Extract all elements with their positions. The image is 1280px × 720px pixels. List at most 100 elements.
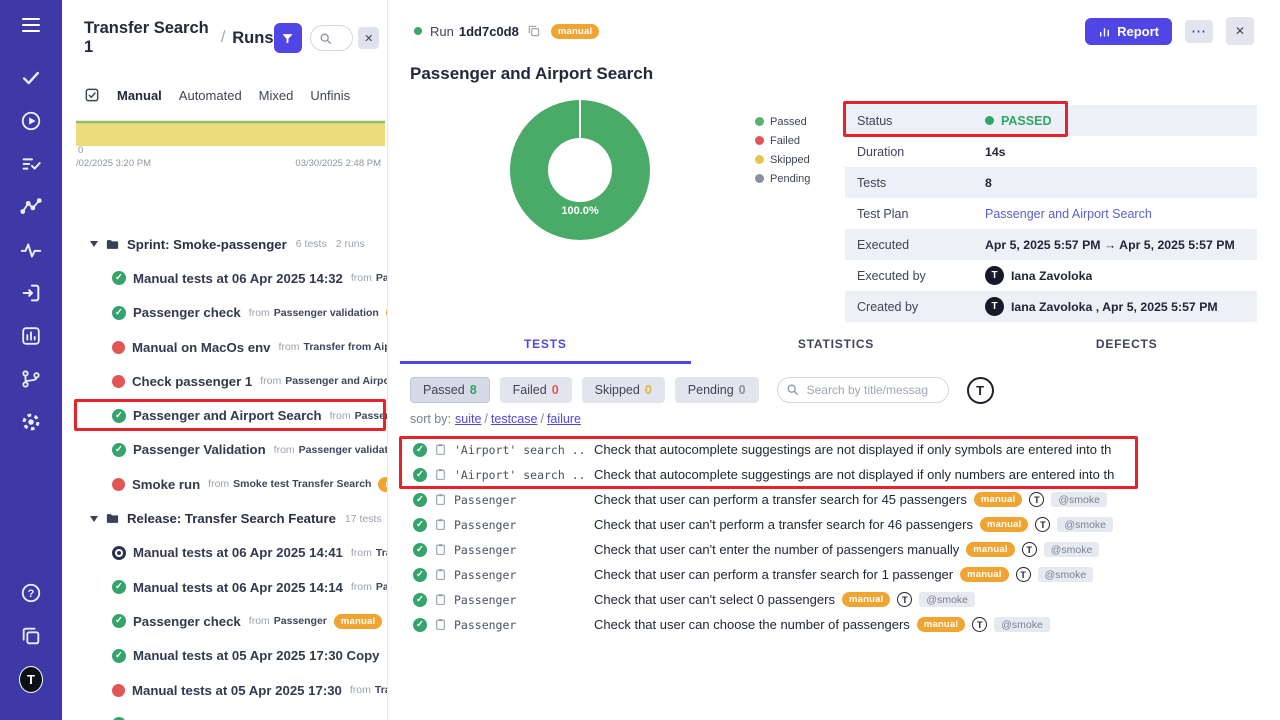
test-row[interactable]: ✓'Airport' search ...Check that autocomp… [400,437,1272,462]
sort-by-suite[interactable]: suite [455,412,481,426]
tree-run-item[interactable]: Check passenger 1fromPassenger and Airpo… [62,364,387,398]
x-axis-end: 03/30/2025 2:48 PM [295,158,381,169]
test-row[interactable]: ✓PassengerCheck that user can't perform … [400,512,1272,537]
reports-chart-icon[interactable] [19,324,43,348]
breadcrumb-separator: / [221,29,225,47]
filter-button[interactable] [274,23,302,53]
test-runs-icon[interactable] [19,152,43,176]
filter-label: Pending [688,383,734,397]
tree-run-item[interactable]: ✓Manual tests at 06 Apr 2025 14:32fromPa… [62,261,387,295]
test-row[interactable]: ✓PassengerCheck that user can perform a … [400,487,1272,512]
tree-run-item[interactable]: Manual tests at 05 Apr 2025 17:30fromTra… [62,673,387,707]
tree-run-label: Manual tests at 06 Apr 2025 14:41 [133,545,343,560]
tree-run-item[interactable]: ✓Passenger ValidationfromPassenger valid… [62,433,387,467]
tree-run-item[interactable]: Manual tests at 06 Apr 2025 14:41fromTra… [62,536,387,570]
branches-icon[interactable] [19,367,43,391]
filter-passed-button[interactable]: Passed8 [410,377,490,403]
test-row[interactable]: ✓PassengerCheck that user can't enter th… [400,537,1272,562]
report-icon [1098,25,1111,38]
passed-icon: ✓ [112,580,126,594]
close-run-button[interactable]: ✕ [1226,17,1254,45]
filter-pending-button[interactable]: Pending0 [675,377,759,403]
tree-tests-count: 6 tests [296,238,327,250]
tree-run-item[interactable]: ✓Passenger and Airport SearchfromPasseng… [62,398,387,432]
test-row[interactable]: ✓PassengerCheck that user can't select 0… [400,587,1272,612]
filter-count: 0 [552,383,559,397]
tree-run-item[interactable]: Manual on MacOs envfromTransfer from Aip… [62,330,387,364]
testcase-icon [434,468,447,481]
info-value: PASSED [985,114,1051,128]
tests-check-icon[interactable] [19,66,43,90]
status-dot [985,116,994,125]
logo-avatar[interactable]: T [19,667,43,691]
tab-tests[interactable]: TESTS [400,337,691,364]
analytics-pulse-icon[interactable] [19,238,43,262]
test-row[interactable]: ✓PassengerCheck that user can perform a … [400,562,1272,587]
filter-label: Passed [423,383,465,397]
select-runs-icon[interactable] [84,87,100,103]
test-row[interactable]: ✓PassengerCheck that user can choose the… [400,612,1272,637]
manual-badge: manual [551,24,599,39]
pipeline-flow-icon[interactable] [19,195,43,219]
runs-search-input[interactable] [310,25,354,51]
project-name[interactable]: Transfer Search 1 [84,19,214,57]
tree-folder[interactable]: Release: Transfer Search Feature17 tests… [62,501,387,535]
info-row-duration: Duration14s [845,136,1257,167]
tree-run-item[interactable]: ✓Passenger checkfromPassengermanual6 [62,604,387,638]
reporter-icon: T [1029,492,1044,507]
clear-search-button[interactable]: ✕ [358,27,379,49]
run-title: Passenger and Airport Search [410,64,653,84]
tree-run-label: Passenger and Airport Search [133,408,322,423]
test-search-input[interactable] [777,377,949,403]
reporter-filter-button[interactable]: T [967,377,994,404]
filter-count: 0 [645,383,652,397]
passed-icon: ✓ [413,593,427,607]
legend-label: Skipped [770,154,810,166]
tab-statistics[interactable]: STATISTICS [691,337,982,364]
tree-run-label: Manual tests at 06 Apr 2025 14:14 [133,580,343,595]
test-plan-link[interactable]: Passenger and Airport Search [985,207,1152,221]
info-value: 14s [985,145,1006,159]
left-tab-manual[interactable]: Manual [117,88,162,103]
testcase-icon [434,568,447,581]
caret-down-icon[interactable] [90,516,98,522]
x-axis-labels: /02/2025 3:20 PM 03/30/2025 2:48 PM [76,158,381,169]
tree-run-item[interactable]: ✓Passenger checkfromPassenger validation… [62,296,387,330]
passed-icon: ✓ [413,543,427,557]
legend-item: Passed [755,112,810,131]
from-label: from [249,615,270,627]
settings-gear-icon[interactable] [19,410,43,434]
report-button[interactable]: Report [1085,18,1172,45]
tree-run-item[interactable]: ✓ [62,707,387,720]
filter-buttons: Passed8Failed0Skipped0Pending0 [410,377,759,403]
tree-run-item[interactable]: Smoke runfromSmoke test Transfer Searchm… [62,467,387,501]
import-icon[interactable] [19,281,43,305]
passed-icon: ✓ [413,468,427,482]
passed-legend-dot [755,117,764,126]
smoke-tag: @smoke [1038,567,1094,582]
copy-run-id-icon[interactable] [527,24,541,38]
more-options-button[interactable]: ⋯ [1185,20,1213,43]
left-tab-automated[interactable]: Automated [179,88,242,103]
projects-icon[interactable] [19,624,43,648]
caret-down-icon[interactable] [90,241,98,247]
tab-defects[interactable]: DEFECTS [981,337,1272,364]
left-tab-mixed[interactable]: Mixed [259,88,294,103]
tree-folder[interactable]: Sprint: Smoke-passenger6 tests2 runs [62,227,387,261]
test-title: Check that user can perform a transfer s… [594,567,953,582]
from-label: from [330,410,351,422]
tree-run-item[interactable]: ✓Manual tests at 06 Apr 2025 14:14fromPa… [62,570,387,604]
svg-text:?: ? [28,588,35,600]
filter-failed-button[interactable]: Failed0 [500,377,572,403]
legend-label: Passed [770,116,807,128]
test-row[interactable]: ✓'Airport' search ...Check that autocomp… [400,462,1272,487]
left-tab-unfinis[interactable]: Unfinis [310,88,350,103]
menu-button[interactable] [19,13,43,37]
sort-by-failure[interactable]: failure [547,412,581,426]
tree-run-item[interactable]: ✓Manual tests at 05 Apr 2025 17:30 Copyf… [62,639,387,673]
help-icon[interactable]: ? [19,581,43,605]
sort-by-testcase[interactable]: testcase [491,412,538,426]
filter-skipped-button[interactable]: Skipped0 [582,377,665,403]
tree-tests-count: 17 tests [345,513,382,525]
runs-play-icon[interactable] [19,109,43,133]
